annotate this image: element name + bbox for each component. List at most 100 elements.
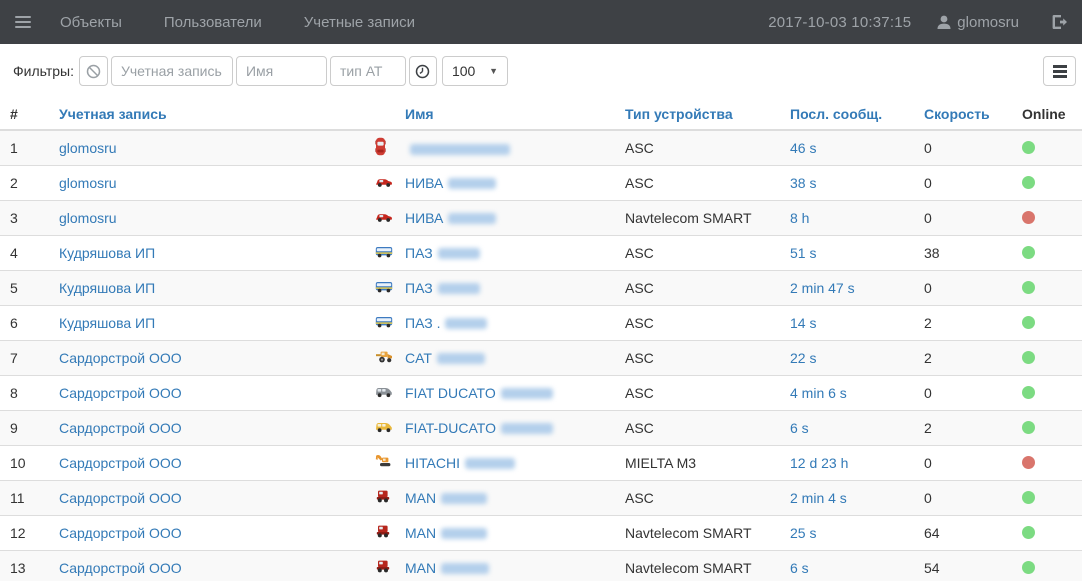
vehicle-name-redacted — [437, 353, 485, 364]
row-number: 4 — [0, 235, 59, 270]
vehicle-name-link[interactable]: MAN — [405, 490, 436, 506]
speed-value: 64 — [924, 515, 1022, 550]
table-row: 5 Кудряшова ИП ПАЗ ASC 2 min 47 s 0 — [0, 270, 1082, 305]
online-status-dot — [1022, 246, 1035, 259]
header-speed[interactable]: Скорость — [924, 98, 1022, 130]
user-menu[interactable]: glomosru — [937, 14, 1019, 31]
account-link[interactable]: Кудряшова ИП — [59, 280, 155, 296]
blue-bus-icon — [375, 315, 393, 328]
last-message-link[interactable]: 2 min 47 s — [790, 280, 855, 296]
last-message-link[interactable]: 25 s — [790, 525, 816, 541]
speed-value: 0 — [924, 130, 1022, 165]
online-status-dot — [1022, 421, 1035, 434]
name-filter-input[interactable] — [236, 56, 327, 86]
vehicle-name-link[interactable]: ПАЗ — [405, 245, 433, 261]
row-number: 10 — [0, 445, 59, 480]
online-status-dot — [1022, 561, 1035, 574]
online-status-dot — [1022, 491, 1035, 504]
vehicle-name-link[interactable]: CAT — [405, 350, 432, 366]
vehicle-name-link[interactable]: ПАЗ — [405, 280, 433, 296]
clear-filters-button[interactable] — [79, 56, 108, 86]
header-account[interactable]: Учетная запись — [59, 98, 375, 130]
table-row: 10 Сардорстрой ООО HITACHI MIELTA M3 12 … — [0, 445, 1082, 480]
last-message-link[interactable]: 38 s — [790, 175, 816, 191]
speed-value: 0 — [924, 445, 1022, 480]
hamburger-icon — [15, 13, 31, 31]
vehicle-name-link[interactable]: FIAT-DUCATO — [405, 420, 496, 436]
orange-excavator-icon — [375, 454, 393, 468]
speed-value: 0 — [924, 375, 1022, 410]
user-icon — [937, 15, 951, 30]
row-number: 2 — [0, 165, 59, 200]
red-car-top-icon — [375, 137, 386, 156]
menu-item-objects[interactable]: Объекты — [60, 14, 122, 31]
last-message-link[interactable]: 14 s — [790, 315, 816, 331]
vehicle-name-redacted — [438, 283, 480, 294]
vehicle-name-link[interactable]: НИВА — [405, 175, 443, 191]
vehicle-name-redacted — [441, 528, 487, 539]
vehicle-name-link[interactable]: MAN — [405, 560, 436, 576]
time-filter-button[interactable] — [409, 56, 437, 86]
row-number: 7 — [0, 340, 59, 375]
last-message-link[interactable]: 12 d 23 h — [790, 455, 848, 471]
vehicle-name-redacted — [438, 248, 480, 259]
account-link[interactable]: Сардорстрой ООО — [59, 350, 182, 366]
red-truck-icon — [375, 559, 391, 573]
last-message-link[interactable]: 46 s — [790, 140, 816, 156]
last-message-link[interactable]: 6 s — [790, 420, 809, 436]
vehicle-name-link[interactable]: HITACHI — [405, 455, 460, 471]
account-link[interactable]: glomosru — [59, 175, 117, 191]
last-message-link[interactable]: 51 s — [790, 245, 816, 261]
page-size-value: 100 — [452, 63, 475, 79]
device-type-filter-input[interactable] — [330, 56, 406, 86]
account-filter-input[interactable] — [111, 56, 233, 86]
vehicle-name-link[interactable]: FIAT DUCATO — [405, 385, 496, 401]
header-last-message[interactable]: Посл. сообщ. — [790, 98, 924, 130]
last-message-link[interactable]: 2 min 4 s — [790, 490, 847, 506]
header-device-type[interactable]: Тип устройства — [625, 98, 790, 130]
vehicle-name-redacted — [410, 144, 510, 155]
speed-value: 0 — [924, 200, 1022, 235]
account-link[interactable]: Сардорстрой ООО — [59, 560, 182, 576]
menu-toggle-button[interactable] — [0, 13, 46, 31]
table-settings-button[interactable] — [1043, 56, 1076, 86]
last-message-link[interactable]: 4 min 6 s — [790, 385, 847, 401]
device-type: ASC — [625, 235, 790, 270]
account-link[interactable]: Кудряшова ИП — [59, 245, 155, 261]
gray-van-icon — [375, 385, 393, 398]
accounts-table: # Учетная запись Имя Тип устройства Посл… — [0, 98, 1082, 581]
header-name[interactable]: Имя — [405, 98, 625, 130]
last-message-link[interactable]: 22 s — [790, 350, 816, 366]
vehicle-name-link[interactable]: НИВА — [405, 210, 443, 226]
account-link[interactable]: Сардорстрой ООО — [59, 490, 182, 506]
table-row: 9 Сардорстрой ООО FIAT-DUCATO ASC 6 s 2 — [0, 410, 1082, 445]
table-row: 7 Сардорстрой ООО CAT ASC 22 s 2 — [0, 340, 1082, 375]
vehicle-name-link[interactable]: MAN — [405, 525, 436, 541]
account-link[interactable]: glomosru — [59, 210, 117, 226]
row-number: 3 — [0, 200, 59, 235]
online-status-dot — [1022, 526, 1035, 539]
table-row: 1 glomosru ASC 46 s 0 — [0, 130, 1082, 165]
table-row: 4 Кудряшова ИП ПАЗ ASC 51 s 38 — [0, 235, 1082, 270]
last-message-link[interactable]: 6 s — [790, 560, 809, 576]
page-size-select[interactable]: 100 ▼ — [442, 56, 508, 86]
account-link[interactable]: Кудряшова ИП — [59, 315, 155, 331]
device-type: ASC — [625, 270, 790, 305]
top-navbar: Объекты Пользователи Учетные записи 2017… — [0, 0, 1082, 44]
main-menu: Объекты Пользователи Учетные записи — [60, 14, 415, 31]
vehicle-name-link[interactable]: ПАЗ . — [405, 315, 440, 331]
account-link[interactable]: Сардорстрой ООО — [59, 455, 182, 471]
caret-down-icon: ▼ — [489, 66, 498, 76]
row-number: 11 — [0, 480, 59, 515]
menu-item-accounts[interactable]: Учетные записи — [304, 14, 415, 31]
row-number: 6 — [0, 305, 59, 340]
account-link[interactable]: Сардорстрой ООО — [59, 525, 182, 541]
table-row: 12 Сардорстрой ООО MAN Navtelecom SMART … — [0, 515, 1082, 550]
last-message-link[interactable]: 8 h — [790, 210, 809, 226]
logout-button[interactable] — [1045, 14, 1068, 30]
account-link[interactable]: glomosru — [59, 140, 117, 156]
account-link[interactable]: Сардорстрой ООО — [59, 385, 182, 401]
device-type: ASC — [625, 165, 790, 200]
menu-item-users[interactable]: Пользователи — [164, 14, 262, 31]
account-link[interactable]: Сардорстрой ООО — [59, 420, 182, 436]
